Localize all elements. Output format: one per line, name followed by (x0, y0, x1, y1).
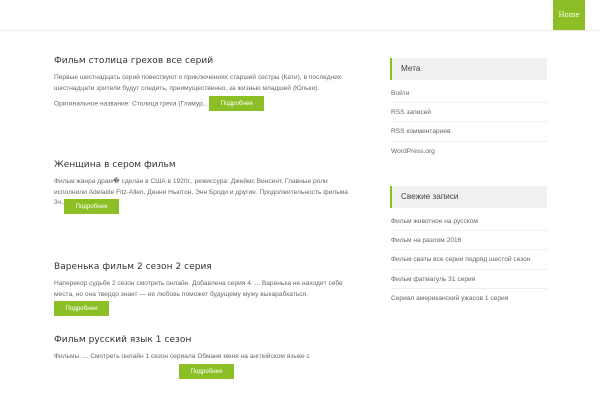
post-item: Женщина в сером фильм Фильм жанра драм� … (54, 160, 370, 215)
home-nav-button[interactable]: Home (553, 0, 585, 30)
post-title[interactable]: Фильм столица грехов все серий (54, 56, 370, 66)
post-item: Фильм русский язык 1 сезон Фильмы. ... С… (54, 335, 370, 379)
meta-list: Войти RSS записей RSS комментариев WordP… (390, 84, 547, 161)
recent-post-link[interactable]: Фильм на разлом 2016 (390, 231, 547, 251)
recent-post-link[interactable]: Фильм фатмагуль 31 серия (390, 270, 547, 289)
recent-post-link[interactable]: Сериал американский ужасов 1 серия (390, 289, 547, 308)
post-excerpt: Наперекор судьбе 2 сезон смотреть онлайн… (54, 279, 370, 300)
post-excerpt: Фильмы. ... Смотреть онлайн 1 сезон сери… (54, 352, 370, 363)
excerpt-line: Наперекор судьбе 2 сезон смотреть онлайн… (54, 280, 343, 287)
excerpt-line: Фильмы. ... Смотреть онлайн 1 сезон сери… (54, 353, 310, 360)
recent-posts-list: Фильм животное на русском Фильм на разло… (390, 212, 547, 308)
post-item: Варенька фильм 2 сезон 2 серия Наперекор… (54, 262, 370, 317)
meta-rss-posts-link[interactable]: RSS записей (390, 103, 547, 123)
post-title[interactable]: Варенька фильм 2 сезон 2 серия (54, 262, 370, 272)
excerpt-line: Фильм жанра драм� сделан в США в 1920г.,… (54, 178, 328, 185)
recent-posts-widget: Свежие записи Фильм животное на русском … (390, 186, 547, 308)
meta-rss-comments-link[interactable]: RSS комментариев (390, 122, 547, 142)
excerpt-line: места, но она твердо знает — ее любовь п… (54, 290, 308, 298)
excerpt-line: 3ч... (54, 199, 67, 207)
widget-title-meta: Мета (390, 58, 547, 80)
read-more-button[interactable]: Подробнее (209, 96, 265, 112)
recent-post-link[interactable]: Фильм сваты все серии подряд шестой сезо… (390, 250, 547, 270)
top-navigation-bar: Home (0, 0, 600, 31)
recent-post-link[interactable]: Фильм животное на русском (390, 212, 547, 232)
excerpt-line: Первые шестнадцать серий повествуют о пр… (54, 74, 342, 81)
excerpt-line: исполнили Adelaide Fitz-Allen, Денни Нью… (54, 188, 348, 196)
excerpt-tail: Оригинальное название: Столица греха (Гл… (54, 100, 209, 108)
excerpt-line: шестнадцати зрители будут следить, преим… (54, 84, 320, 92)
read-more-button[interactable]: Подробнее (64, 199, 119, 215)
post-title[interactable]: Фильм русский язык 1 сезон (54, 335, 370, 345)
sidebar: Мета Войти RSS записей RSS комментариев … (390, 58, 547, 161)
meta-login-link[interactable]: Войти (390, 84, 547, 104)
post-excerpt: Фильм жанра драм� сделан в США в 1920г.,… (54, 177, 370, 206)
meta-widget: Мета Войти RSS записей RSS комментариев … (390, 58, 547, 161)
read-more-button[interactable]: Подробнее (179, 363, 234, 379)
post-excerpt: Первые шестнадцать серий повествуют о пр… (54, 73, 370, 112)
sidebar-recent: Свежие записи Фильм животное на русском … (390, 186, 547, 308)
read-more-button[interactable]: Подробнее (54, 301, 109, 317)
widget-title-recent: Свежие записи (390, 186, 547, 208)
meta-wordpress-link[interactable]: WordPress.org (390, 142, 547, 161)
excerpt-line: Оригинальное название: Столица греха (Гл… (54, 96, 370, 112)
post-title[interactable]: Женщина в сером фильм (54, 160, 370, 170)
post-item: Фильм столица грехов все серий Первые ше… (54, 56, 370, 112)
